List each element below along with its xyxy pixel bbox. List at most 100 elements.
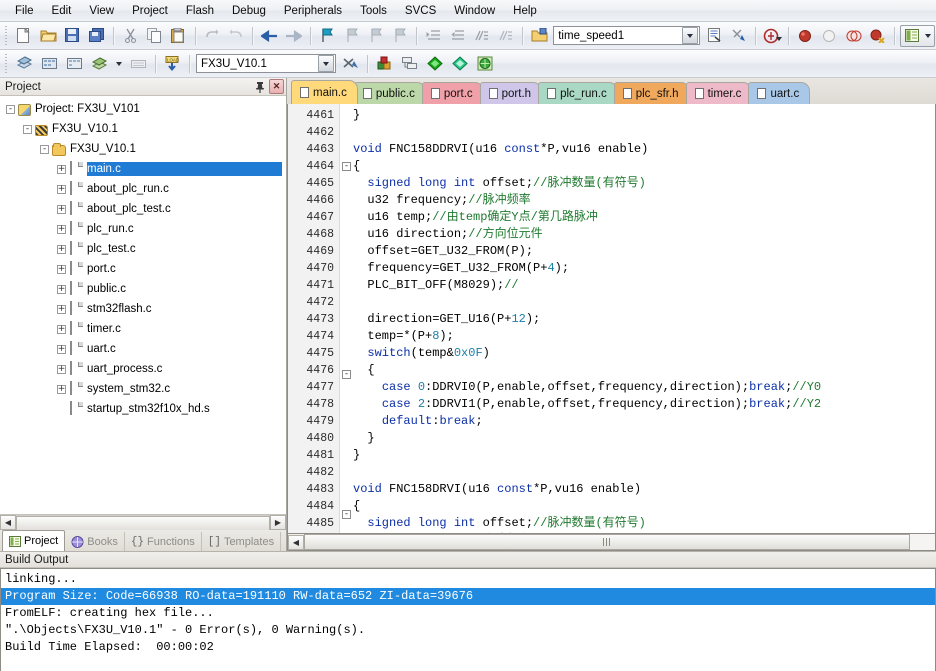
- new-file-icon[interactable]: [13, 25, 35, 47]
- build-output-text[interactable]: linking... Program Size: Code=66938 RO-da…: [0, 568, 936, 671]
- target-options-icon[interactable]: [339, 53, 362, 75]
- code-text[interactable]: } void FNC158DDRVI(u16 const*P,vu16 enab…: [353, 104, 935, 533]
- editor-hscroll-thumb[interactable]: [304, 534, 910, 550]
- menu-item-help[interactable]: Help: [504, 2, 546, 20]
- project-panel-tab-functions[interactable]: {} Functions: [125, 532, 202, 551]
- editor-hscroll-track[interactable]: [304, 534, 935, 550]
- manage-components-icon[interactable]: [373, 53, 396, 75]
- indent-left-icon[interactable]: [446, 25, 468, 47]
- project-panel-tab-books[interactable]: Books: [65, 532, 125, 551]
- tree-item-stm32flash.c[interactable]: + stm32flash.c: [0, 299, 286, 319]
- find-in-files-icon[interactable]: [728, 25, 750, 47]
- tree-expander-icon[interactable]: +: [57, 384, 66, 394]
- menu-item-flash[interactable]: Flash: [177, 2, 223, 20]
- tree-expander-icon[interactable]: +: [57, 304, 66, 314]
- project-window-icon[interactable]: [900, 24, 935, 47]
- code-fold-column[interactable]: - - -: [340, 104, 353, 533]
- editor-tab-uart-c[interactable]: uart.c: [748, 82, 811, 104]
- tree-item-fx3u_v10.1[interactable]: - FX3U_V10.1: [0, 139, 286, 159]
- editor-tab-port-c[interactable]: port.c: [421, 82, 484, 104]
- project-tree-hscrollbar[interactable]: ◀ ▶: [0, 514, 286, 531]
- fold-marker[interactable]: -: [340, 162, 353, 179]
- toolbar-grip[interactable]: [3, 53, 9, 74]
- menu-item-edit[interactable]: Edit: [43, 2, 81, 20]
- menu-item-file[interactable]: File: [6, 2, 43, 20]
- tree-expander-icon[interactable]: +: [57, 264, 66, 274]
- target-combo[interactable]: time_speed1: [553, 26, 701, 45]
- tree-item-startup_stm32f10x_hd.s[interactable]: startup_stm32f10x_hd.s: [0, 399, 286, 419]
- tree-expander-icon[interactable]: -: [6, 104, 15, 114]
- editor-tab-timer-c[interactable]: timer.c: [685, 82, 753, 104]
- uncomment-icon[interactable]: [495, 25, 517, 47]
- tree-item-public.c[interactable]: + public.c: [0, 279, 286, 299]
- scroll-left-arrow-icon[interactable]: ◀: [0, 515, 16, 530]
- hscroll-track[interactable]: [16, 515, 270, 531]
- editor-tab-plc_run-c[interactable]: plc_run.c: [538, 82, 618, 104]
- chevron-down-icon[interactable]: [682, 27, 699, 44]
- undo-icon[interactable]: [201, 25, 223, 47]
- tree-expander-icon[interactable]: +: [57, 364, 66, 374]
- close-icon[interactable]: ✕: [269, 79, 284, 94]
- tree-item-system_stm32.c[interactable]: + system_stm32.c: [0, 379, 286, 399]
- scroll-left-arrow-icon[interactable]: ◀: [288, 534, 304, 550]
- editor-tab-main-c[interactable]: main.c: [291, 80, 358, 104]
- indent-right-icon[interactable]: [422, 25, 444, 47]
- menu-item-svcs[interactable]: SVCS: [396, 2, 445, 20]
- bookmark-next-icon[interactable]: [364, 25, 386, 47]
- cut-icon[interactable]: [119, 25, 141, 47]
- batch-build-icon[interactable]: [88, 53, 111, 75]
- project-tree[interactable]: - Project: FX3U_V101- FX3U_V10.1- FX3U_V10.…: [0, 96, 286, 514]
- target-selector-icon[interactable]: [528, 25, 550, 47]
- configure-debug-icon[interactable]: [448, 53, 471, 75]
- fold-toggle-icon[interactable]: -: [342, 162, 351, 171]
- tree-item-port.c[interactable]: + port.c: [0, 259, 286, 279]
- tree-expander-icon[interactable]: +: [57, 204, 66, 214]
- manage-project-items-icon[interactable]: [398, 53, 421, 75]
- stop-build-icon[interactable]: [127, 53, 150, 75]
- project-combo[interactable]: FX3U_V10.1: [196, 54, 336, 73]
- tree-expander-icon[interactable]: +: [57, 244, 66, 254]
- navigate-forward-icon[interactable]: [283, 25, 305, 47]
- menu-item-window[interactable]: Window: [445, 2, 504, 20]
- project-panel-tab-templates[interactable]: [] Templates: [202, 532, 282, 551]
- fold-toggle-icon[interactable]: -: [342, 370, 351, 379]
- toolbar-grip[interactable]: [3, 25, 9, 46]
- menu-item-peripherals[interactable]: Peripherals: [275, 2, 351, 20]
- kill-all-breakpoints-icon[interactable]: [867, 25, 889, 47]
- tree-item-main.c[interactable]: + main.c: [0, 159, 286, 179]
- tree-item-plc_run.c[interactable]: + plc_run.c: [0, 219, 286, 239]
- comment-icon[interactable]: [470, 25, 492, 47]
- paste-icon[interactable]: [167, 25, 189, 47]
- editor-tab-plc_sfr-h[interactable]: plc_sfr.h: [613, 82, 690, 104]
- start-debug-icon[interactable]: [761, 25, 783, 47]
- menu-item-view[interactable]: View: [80, 2, 123, 20]
- tree-expander-icon[interactable]: +: [57, 344, 66, 354]
- bookmark-prev-icon[interactable]: [340, 25, 362, 47]
- editor-hscrollbar[interactable]: ◀: [287, 534, 936, 551]
- disable-all-breakpoints-icon[interactable]: [843, 25, 865, 47]
- batch-build-dropdown-icon[interactable]: [113, 53, 125, 75]
- translate-icon[interactable]: [13, 53, 36, 75]
- menu-item-project[interactable]: Project: [123, 2, 177, 20]
- code-view[interactable]: 4461 4462 4463 4464 4465 4466 4467 4468 4469 4470…: [287, 104, 936, 534]
- scroll-right-arrow-icon[interactable]: ▶: [270, 515, 286, 530]
- editor-tab-port-h[interactable]: port.h: [479, 82, 543, 104]
- hscroll-thumb[interactable]: [16, 516, 270, 531]
- menu-item-debug[interactable]: Debug: [223, 2, 275, 20]
- tree-item-fx3u_v10.1[interactable]: - FX3U_V10.1: [0, 119, 286, 139]
- copy-icon[interactable]: [143, 25, 165, 47]
- tree-expander-icon[interactable]: +: [57, 284, 66, 294]
- configure-tools-icon[interactable]: [473, 53, 496, 75]
- target-options-icon[interactable]: [703, 25, 725, 47]
- tree-expander-icon[interactable]: +: [57, 184, 66, 194]
- tree-expander-icon[interactable]: +: [57, 324, 66, 334]
- tree-item-timer.c[interactable]: + timer.c: [0, 319, 286, 339]
- tree-item-plc_test.c[interactable]: + plc_test.c: [0, 239, 286, 259]
- build-icon[interactable]: [38, 53, 61, 75]
- navigate-back-icon[interactable]: [258, 25, 280, 47]
- tree-item-about_plc_test.c[interactable]: + about_plc_test.c: [0, 199, 286, 219]
- open-folder-icon[interactable]: [37, 25, 59, 47]
- pin-icon[interactable]: [252, 79, 267, 94]
- tree-expander-icon[interactable]: -: [23, 124, 32, 134]
- fold-marker[interactable]: -: [340, 370, 353, 387]
